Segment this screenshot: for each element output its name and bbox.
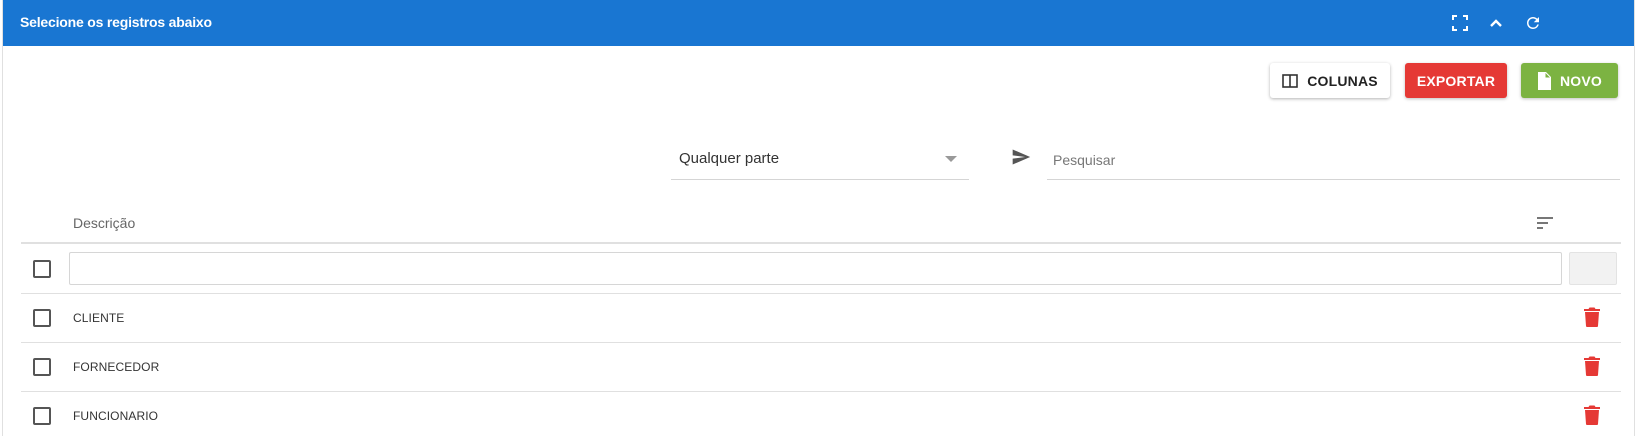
chevron-up-icon[interactable] — [1485, 12, 1507, 34]
panel-header: Selecione os registros abaixo — [3, 0, 1634, 46]
row-checkbox[interactable] — [33, 309, 51, 327]
export-button-label: EXPORTAR — [1416, 72, 1496, 89]
records-table: Descrição CLIENTE FORNECEDOR FUNCIONARIO — [21, 203, 1621, 436]
search-mode-select[interactable]: Qualquer parte — [671, 140, 969, 180]
refresh-icon[interactable] — [1522, 12, 1544, 34]
select-all-checkbox[interactable] — [33, 260, 51, 278]
search-field — [1047, 140, 1620, 180]
column-header-description[interactable]: Descrição — [73, 215, 135, 231]
columns-button-label: COLUNAS — [1307, 72, 1378, 89]
delete-icon[interactable] — [1584, 405, 1602, 427]
table-row[interactable]: FUNCIONARIO — [21, 392, 1621, 436]
columns-button[interactable]: COLUNAS — [1270, 63, 1390, 98]
new-button[interactable]: NOVO — [1521, 63, 1618, 98]
description-filter-input[interactable] — [69, 252, 1562, 285]
document-icon — [1537, 71, 1551, 90]
send-icon[interactable] — [1011, 147, 1033, 169]
delete-icon[interactable] — [1584, 356, 1602, 378]
export-button[interactable]: EXPORTAR — [1405, 63, 1507, 98]
table-header: Descrição — [21, 203, 1621, 244]
row-description: FUNCIONARIO — [73, 409, 159, 423]
fullscreen-icon[interactable] — [1449, 12, 1471, 34]
row-description: CLIENTE — [73, 311, 125, 325]
records-panel: Selecione os registros abaixo COLUNAS EX… — [2, 0, 1635, 436]
table-row[interactable]: CLIENTE — [21, 294, 1621, 343]
search-mode-value: Qualquer parte — [679, 150, 780, 167]
row-description: FORNECEDOR — [73, 360, 160, 374]
table-row[interactable]: FORNECEDOR — [21, 343, 1621, 392]
row-checkbox[interactable] — [33, 358, 51, 376]
new-button-label: NOVO — [1559, 72, 1603, 89]
caret-down-icon — [945, 156, 957, 162]
row-checkbox[interactable] — [33, 407, 51, 425]
search-input[interactable] — [1053, 148, 1603, 172]
sort-icon[interactable] — [1537, 216, 1555, 232]
filter-row — [21, 244, 1621, 294]
columns-icon — [1282, 73, 1298, 88]
filter-button[interactable] — [1569, 252, 1617, 285]
panel-title: Selecione os registros abaixo — [20, 14, 212, 30]
delete-icon[interactable] — [1584, 307, 1602, 329]
